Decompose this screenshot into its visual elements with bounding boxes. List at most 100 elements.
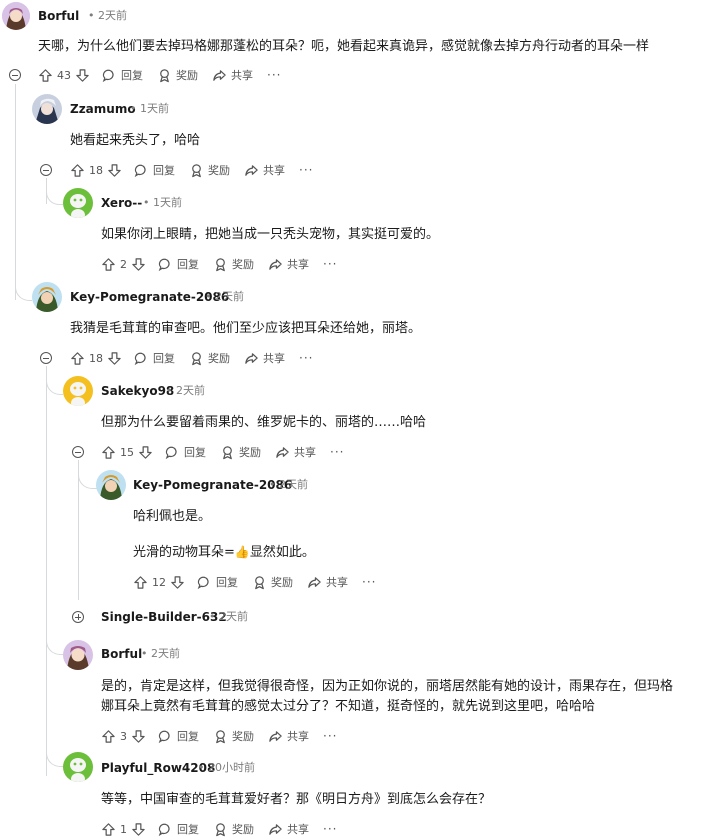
avatar[interactable] [63,376,93,406]
avatar[interactable] [63,188,93,218]
comment-body-line: 光滑的动物耳朵=👍显然如此。 [133,542,315,563]
share-label: 共享 [287,730,309,743]
upvote-icon[interactable] [101,822,116,837]
award-button[interactable]: 奖励 [220,441,261,463]
comment-author[interactable]: Borful [101,646,142,662]
award-button[interactable]: 奖励 [189,159,230,181]
more-options-button[interactable]: ··· [330,445,344,459]
reply-label: 回复 [184,446,206,459]
share-button[interactable]: 共享 [275,441,316,463]
upvote-icon[interactable] [70,163,85,178]
upvote-icon[interactable] [70,351,85,366]
thread-line [15,84,16,300]
comment-author[interactable]: Zzamumo [70,101,136,117]
comment-author[interactable]: Sakekyo98 [101,383,174,399]
reply-button[interactable]: 回复 [134,159,175,181]
downvote-icon[interactable] [131,822,146,837]
award-label: 奖励 [176,69,198,82]
vote-count: 12 [152,575,166,589]
award-icon [216,257,225,271]
reply-label: 回复 [177,730,199,743]
award-button[interactable]: 奖励 [213,725,254,747]
timestamp-text: 20小时前 [208,761,255,774]
share-button[interactable]: 共享 [244,159,285,181]
award-button[interactable]: 奖励 [213,818,254,840]
downvote-icon[interactable] [107,351,122,366]
share-button[interactable]: 共享 [268,253,309,275]
upvote-icon[interactable] [101,445,116,460]
upvote-icon[interactable] [101,729,116,744]
timestamp-text: 2天前 [151,647,180,660]
share-button[interactable]: 共享 [244,347,285,369]
avatar[interactable] [63,752,93,782]
downvote-icon[interactable] [131,257,146,272]
award-button[interactable]: 奖励 [189,347,230,369]
comment-timestamp: • 2天前 [141,647,180,660]
share-button[interactable]: 共享 [212,64,253,86]
reply-label: 回复 [153,352,175,365]
comment-author[interactable]: Borful [38,8,79,24]
downvote-icon[interactable] [170,575,185,590]
award-label: 奖励 [232,258,254,271]
more-options-button[interactable]: ··· [299,163,313,177]
comment-timestamp: • 2天前 [209,610,248,623]
downvote-icon[interactable] [107,163,122,178]
anime-avatar-image [63,640,93,670]
avatar[interactable] [32,94,62,124]
snoo-avatar-icon [63,376,93,406]
avatar[interactable] [96,470,126,500]
share-label: 共享 [287,258,309,271]
downvote-icon[interactable] [138,445,153,460]
reply-button[interactable]: 回复 [158,253,199,275]
comment-timestamp: • 20小时前 [198,761,255,774]
upvote-icon[interactable] [133,575,148,590]
award-button[interactable]: 奖励 [213,253,254,275]
more-options-button[interactable]: ··· [323,257,337,271]
more-options-button[interactable]: ··· [299,351,313,365]
comment-bubble-icon [134,164,146,177]
timestamp-text: 2天前 [176,384,205,397]
avatar[interactable] [32,282,62,312]
avatar[interactable] [63,640,93,670]
downvote-icon[interactable] [75,68,90,83]
comment-bubble-icon [197,576,209,589]
reply-button[interactable]: 回复 [197,571,238,593]
award-button[interactable]: 奖励 [157,64,198,86]
comment-timestamp: • 2天前 [88,9,127,22]
share-button[interactable]: 共享 [268,725,309,747]
expand-thread-button[interactable] [72,611,84,623]
reply-button[interactable]: 回复 [102,64,143,86]
award-label: 奖励 [232,823,254,836]
more-options-button[interactable]: ··· [323,822,337,836]
comment-body: 是的，肯定是这样，但我觉得很奇怪，因为正如你说的，丽塔居然能有她的设计，雨果存在… [101,679,674,694]
award-button[interactable]: 奖励 [252,571,293,593]
text-segment: 光滑的动物耳朵= [133,545,235,560]
vote-count: 3 [120,729,127,743]
collapse-thread-button[interactable] [9,69,21,81]
more-options-button[interactable]: ··· [323,729,337,743]
avatar[interactable] [2,2,30,30]
downvote-icon[interactable] [131,729,146,744]
collapse-thread-button[interactable] [40,164,52,176]
vote-count: 15 [120,445,134,459]
more-options-button[interactable]: ··· [362,575,376,589]
share-label: 共享 [231,69,253,82]
award-icon [216,729,225,743]
snoo-avatar-icon [63,188,93,218]
share-button[interactable]: 共享 [307,571,348,593]
collapse-thread-button[interactable] [72,446,84,458]
share-button[interactable]: 共享 [268,818,309,840]
upvote-icon[interactable] [38,68,53,83]
reply-button[interactable]: 回复 [165,441,206,463]
comment-actions: 1 回复 奖励 共享 ··· [101,818,337,840]
reply-button[interactable]: 回复 [158,725,199,747]
reply-button[interactable]: 回复 [134,347,175,369]
upvote-icon[interactable] [101,257,116,272]
comment-author[interactable]: Xero-- [101,195,142,211]
reply-button[interactable]: 回复 [158,818,199,840]
comment-author[interactable]: Single-Builder-632 [101,609,227,625]
reply-label: 回复 [177,823,199,836]
comment-actions: 2 回复 奖励 共享 ··· [101,253,337,275]
collapse-thread-button[interactable] [40,352,52,364]
more-options-button[interactable]: ··· [267,68,281,82]
